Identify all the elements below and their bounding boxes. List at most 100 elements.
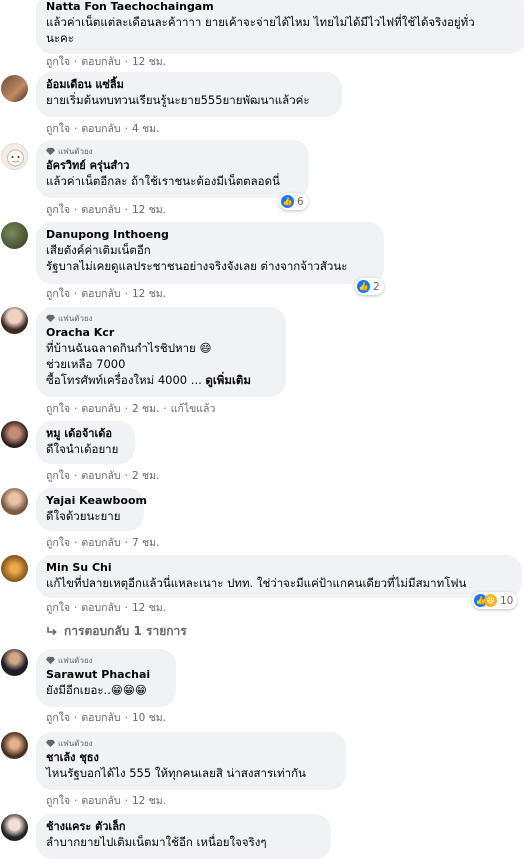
diamond-icon <box>46 739 55 748</box>
like-link[interactable]: ถูกใจ <box>46 123 70 135</box>
avatar[interactable] <box>1 222 28 249</box>
timestamp[interactable]: 2 ชม. <box>132 470 159 482</box>
haha-reaction-icon: 😆 <box>484 594 497 607</box>
comment-bubble: แฟนตัวยง อัครวิทย์ ครุ่นสำว แล้วค่าเน็ตอ… <box>36 140 309 198</box>
reply-link[interactable]: ตอบกลับ <box>81 712 120 724</box>
comment-text: แก้ไขที่ปลายเหตุอีกแล้วนี่แหละเนาะ ปทท. … <box>46 576 467 590</box>
diamond-icon <box>46 147 55 156</box>
reply-link[interactable]: ตอบกลับ <box>81 602 120 614</box>
diamond-icon <box>46 314 55 323</box>
commenter-name[interactable]: ชาเล้ง ชุธง <box>46 751 336 765</box>
comment-text: ซื้อโทรศัพท์เครื่องใหม่ 4000 ... ดูเพิ่ม… <box>46 373 251 387</box>
comment-actions: ถูกใจ · ตอบกลับ · 2 ชม. · แก้ไขแล้ว <box>46 403 216 415</box>
comment-bubble: Min Su Chi แก้ไขที่ปลายเหตุอีกแล้วนี่แหล… <box>36 555 522 598</box>
commenter-name[interactable]: หมู เด้อจ้าเด้อ <box>46 427 125 441</box>
commenter-name[interactable]: Danupong Inthoeng <box>46 228 374 242</box>
top-fan-badge: แฟนตัวยง <box>46 313 276 324</box>
timestamp[interactable]: 12 ชม. <box>132 795 166 807</box>
comment-bubble: แฟนตัวยง ชาเล้ง ชุธง ไหนรัฐบอกได้ไง 555 … <box>36 732 346 790</box>
reply-link[interactable]: ตอบกลับ <box>81 470 120 482</box>
timestamp[interactable]: 12 ชม. <box>132 204 166 216</box>
comment-text: แล้วค่าเน็ตแต่ละเดือนละค้าาาา ยายเค้าจะจ… <box>46 15 475 29</box>
like-link[interactable]: ถูกใจ <box>46 602 70 614</box>
avatar[interactable] <box>1 421 28 448</box>
reply-link[interactable]: ตอบกลับ <box>81 403 120 415</box>
commenter-name[interactable]: Yajai Keawboom <box>46 494 147 508</box>
comment-text: ยังมีอีกเยอะ..😁😁😁 <box>46 683 147 697</box>
reaction-summary[interactable]: 👍 😆 10 <box>472 592 518 609</box>
like-link[interactable]: ถูกใจ <box>46 204 70 216</box>
like-link[interactable]: ถูกใจ <box>46 712 70 724</box>
reply-link[interactable]: ตอบกลับ <box>81 204 120 216</box>
cartoon-face-icon <box>7 149 24 167</box>
comment-text: ลำบากยายไปเติมเน็ตมาใช้อีก เหนื่อยใจจริง… <box>46 835 267 849</box>
comment-bubble: Natta Fon Taechochaingam แล้วค่าเน็ตแต่ล… <box>36 0 524 54</box>
top-fan-badge: แฟนตัวยง <box>46 655 166 666</box>
comment-text: เสียตังค์ค่าเติมเน็ตอีก <box>46 243 151 257</box>
like-link[interactable]: ถูกใจ <box>46 795 70 807</box>
commenter-name[interactable]: อัครวิทย์ ครุ่นสำว <box>46 159 299 173</box>
reply-link[interactable]: ตอบกลับ <box>81 795 120 807</box>
comment-bubble: แฟนตัวยง Oracha Kcr ที่บ้านฉันฉลาดกินกำไ… <box>36 307 286 397</box>
like-link[interactable]: ถูกใจ <box>46 288 70 300</box>
commenter-name[interactable]: ช้างแคระ ตัวเล็ก <box>46 820 321 834</box>
comment-bubble: หมู เด้อจ้าเด้อ ดีใจนำเด้อยาย <box>36 421 135 464</box>
timestamp[interactable]: 10 ชม. <box>132 712 166 724</box>
avatar[interactable] <box>1 488 28 515</box>
commenter-name[interactable]: Sarawut Phachai <box>46 668 166 682</box>
comment-actions: ถูกใจ · ตอบกลับ · 12 ชม. <box>46 204 167 216</box>
commenter-name[interactable]: Oracha Kcr <box>46 326 276 340</box>
comment-text: ไหนรัฐบอกได้ไง 555 ให้ทุกคนเลยสิ น่าสงสา… <box>46 766 306 780</box>
like-link[interactable]: ถูกใจ <box>46 56 70 68</box>
timestamp[interactable]: 4 ชม. <box>132 123 159 135</box>
reply-link[interactable]: ตอบกลับ <box>81 56 120 68</box>
comment-actions: ถูกใจ · ตอบกลับ · 12 ชม. <box>46 795 167 807</box>
comment-bubble: Yajai Keawboom ดีใจด้วยนะยาย <box>36 488 147 531</box>
comment-actions: ถูกใจ · ตอบกลับ · 12 ชม. <box>46 602 167 614</box>
reply-link[interactable]: ตอบกลับ <box>81 123 120 135</box>
reply-arrow-icon <box>47 626 57 635</box>
like-link[interactable]: ถูกใจ <box>46 537 70 549</box>
comment-text: ช่วยเหลือ 7000 <box>46 357 126 371</box>
avatar[interactable] <box>1 75 28 102</box>
avatar[interactable] <box>1 307 28 334</box>
comment-text: นะคะ <box>46 31 74 45</box>
top-fan-badge: แฟนตัวยง <box>46 146 299 157</box>
comment-bubble: แฟนตัวยง Sarawut Phachai ยังมีอีกเยอะ..😁… <box>36 649 176 707</box>
comment-actions: ถูกใจ · ตอบกลับ · 12 ชม. <box>46 288 167 300</box>
comment-actions: ถูกใจ · ตอบกลับ · 4 ชม. <box>46 123 160 135</box>
avatar[interactable] <box>1 732 28 759</box>
like-link[interactable]: ถูกใจ <box>46 403 70 415</box>
timestamp[interactable]: 12 ชม. <box>132 56 166 68</box>
timestamp[interactable]: 2 ชม. <box>132 403 159 415</box>
reply-link[interactable]: ตอบกลับ <box>81 537 120 549</box>
commenter-name[interactable]: Min Su Chi <box>46 561 512 575</box>
timestamp[interactable]: 12 ชม. <box>132 602 166 614</box>
avatar[interactable] <box>1 555 28 582</box>
avatar[interactable] <box>1 143 28 170</box>
like-link[interactable]: ถูกใจ <box>46 470 70 482</box>
reaction-summary[interactable]: 👍 6 <box>279 193 308 210</box>
top-fan-badge: แฟนตัวยง <box>46 738 336 749</box>
like-reaction-icon: 👍 <box>357 280 370 293</box>
comment-bubble: ช้างแคระ ตัวเล็ก ลำบากยายไปเติมเน็ตมาใช้… <box>36 814 331 859</box>
timestamp[interactable]: 12 ชม. <box>132 288 166 300</box>
comment-actions: ถูกใจ · ตอบกลับ · 2 ชม. <box>46 470 160 482</box>
view-replies-link[interactable]: การตอบกลับ 1 รายการ <box>46 622 187 641</box>
comment-actions: ถูกใจ · ตอบกลับ · 10 ชม. <box>46 712 167 724</box>
reply-link[interactable]: ตอบกลับ <box>81 288 120 300</box>
comment-text: ที่บ้านฉันฉลาดกินกำไรชิปหาย 😄 <box>46 341 212 355</box>
avatar[interactable] <box>1 649 28 676</box>
avatar[interactable] <box>1 814 28 841</box>
commenter-name[interactable]: อ้อมเดือน แซ่ลิ้ม <box>46 78 332 92</box>
comment-actions: ถูกใจ · ตอบกลับ · 7 ชม. <box>46 537 160 549</box>
comment-actions: ถูกใจ · ตอบกลับ · 12 ชม. <box>46 56 167 68</box>
like-reaction-icon: 👍 <box>281 195 294 208</box>
comment-text: แล้วค่าเน็ตอีกละ ถ้าใช้เราชนะต้องมีเน็ตต… <box>46 174 280 188</box>
timestamp[interactable]: 7 ชม. <box>132 537 159 549</box>
see-more-link[interactable]: ดูเพิ่มเติม <box>205 373 251 387</box>
comment-text: ยายเริ่มต้นทบทวนเรียนรู้นะยาย555ยายพัฒนา… <box>46 93 310 107</box>
commenter-name[interactable]: Natta Fon Taechochaingam <box>46 0 516 14</box>
reaction-summary[interactable]: 👍 2 <box>355 278 384 295</box>
diamond-icon <box>46 656 55 665</box>
